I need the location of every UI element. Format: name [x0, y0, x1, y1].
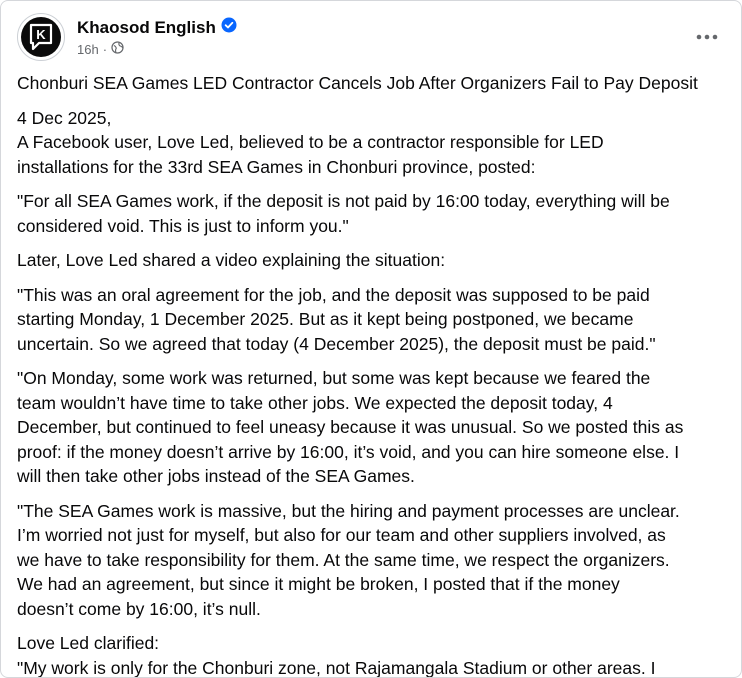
- post-text-line: will then take other jobs instead of the…: [17, 466, 415, 486]
- post-header: K Khaosod English 16h ·: [17, 13, 725, 63]
- post-paragraph: "For all SEA Games work, if the deposit …: [17, 189, 729, 238]
- more-options-button[interactable]: [689, 19, 725, 55]
- post-text-line: A Facebook user, Love Led, believed to b…: [17, 132, 604, 152]
- logo-speech-bubble-icon: K: [29, 23, 53, 51]
- globe-icon[interactable]: [111, 41, 124, 57]
- meta-separator: ·: [102, 41, 108, 57]
- logo-letter: K: [36, 27, 46, 42]
- verified-badge-icon: [221, 17, 237, 38]
- post-text-line: 4 Dec 2025,: [17, 107, 112, 128]
- post-text-line: team wouldn’t have time to take other jo…: [17, 392, 613, 413]
- post-text-line: proof: if the money doesn’t arrive by 16…: [17, 441, 680, 462]
- post-text-line: "My work is only for the Chonburi zone, …: [17, 657, 656, 678]
- khaosod-logo: K: [21, 17, 61, 57]
- page-avatar[interactable]: K: [17, 13, 65, 61]
- post-text-line: "For all SEA Games work, if the deposit …: [17, 191, 670, 211]
- post-text-line: starting Monday, 1 December 2025. But as…: [17, 309, 634, 329]
- post-paragraph: "This was an oral agreement for the job,…: [17, 283, 729, 357]
- post-text-line: uncertain. So we agreed that today (4 De…: [17, 333, 656, 354]
- post-text-line: considered void. This is just to inform …: [17, 215, 349, 236]
- post-text-line: December, but continued to feel uneasy b…: [17, 417, 684, 437]
- post-paragraph: "The SEA Games work is massive, but the …: [17, 499, 729, 622]
- post-paragraph: 4 Dec 2025, A Facebook user, Love Led, be…: [17, 106, 729, 180]
- post-text-line: Later, Love Led shared a video explainin…: [17, 250, 446, 270]
- post-meta: 16h ·: [77, 41, 124, 57]
- post-text-line: Love Led clarified:: [17, 633, 160, 653]
- post-text-line: We had an agreement, but since it might …: [17, 574, 620, 594]
- post-text-line: "The SEA Games work is massive, but the …: [17, 500, 680, 521]
- post-text: Chonburi SEA Games LED Contractor Cancel…: [17, 71, 729, 678]
- post-paragraph: "On Monday, some work was returned, but …: [17, 366, 729, 489]
- post-text-line: "This was an oral agreement for the job,…: [17, 284, 650, 305]
- post-text-line: doesn’t come by 16:00, it’s null.: [17, 598, 261, 619]
- post-text-line: I’m worried not just for myself, but als…: [17, 525, 666, 545]
- more-options-icon: [696, 34, 718, 40]
- post-card: K Khaosod English 16h · Chonburi SEA Gam…: [0, 0, 742, 678]
- post-text-line: we have to take responsibility for them.…: [17, 549, 670, 570]
- post-paragraph: Chonburi SEA Games LED Contractor Cancel…: [17, 71, 729, 96]
- post-text-line: Chonburi SEA Games LED Contractor Cancel…: [17, 73, 698, 93]
- post-text-line: "On Monday, some work was returned, but …: [17, 368, 651, 388]
- author-name[interactable]: Khaosod English: [77, 18, 216, 38]
- post-text-line: installations for the 33rd SEA Games in …: [17, 156, 536, 177]
- post-paragraph: Love Led clarified: "My work is only for …: [17, 631, 729, 678]
- post-timestamp[interactable]: 16h: [77, 42, 99, 57]
- post-paragraph: Later, Love Led shared a video explainin…: [17, 248, 729, 273]
- author-row: Khaosod English: [77, 17, 237, 38]
